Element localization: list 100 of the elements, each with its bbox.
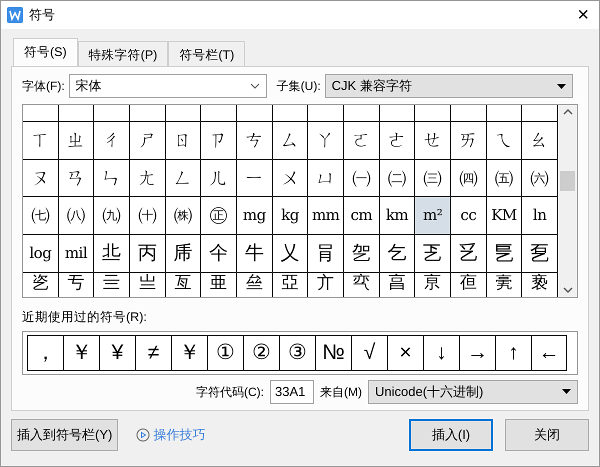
- symbol-cell[interactable]: [380, 105, 416, 122]
- symbol-cell[interactable]: log: [23, 235, 59, 273]
- symbol-cell[interactable]: ㈧: [58, 197, 94, 235]
- symbol-cell[interactable]: 亙: [166, 272, 202, 297]
- symbol-cell[interactable]: KM: [486, 197, 522, 235]
- recent-symbol[interactable]: ②: [243, 334, 279, 371]
- symbol-cell[interactable]: ㄜ: [380, 122, 416, 160]
- close-button[interactable]: ×: [573, 5, 593, 25]
- tab[interactable]: 特殊字符(P): [78, 41, 168, 66]
- symbol-cell[interactable]: [272, 105, 308, 122]
- recent-symbol[interactable]: √: [351, 334, 387, 371]
- symbol-cell[interactable]: 亣: [308, 272, 344, 297]
- recent-symbol[interactable]: №: [315, 334, 351, 371]
- recent-symbol[interactable]: ③: [279, 334, 315, 371]
- recent-symbol[interactable]: →: [459, 334, 495, 371]
- symbol-cell[interactable]: ㄝ: [415, 122, 451, 160]
- symbol-cell[interactable]: ㄨ: [272, 160, 308, 198]
- symbol-cell[interactable]: 仐: [201, 235, 237, 273]
- symbol-cell[interactable]: ㄞ: [451, 122, 487, 160]
- symbol-cell[interactable]: m²: [415, 197, 451, 235]
- symbol-cell[interactable]: 乥: [451, 235, 487, 273]
- symbol-cell[interactable]: 牛: [237, 235, 273, 273]
- symbol-cell[interactable]: ㄒ: [23, 122, 59, 160]
- symbol-cell[interactable]: 乫: [344, 235, 380, 273]
- recent-symbol[interactable]: ↓: [423, 334, 459, 371]
- recent-symbol[interactable]: ￥: [63, 334, 99, 371]
- symbol-cell[interactable]: ㄚ: [308, 122, 344, 160]
- symbol-cell[interactable]: ㄥ: [166, 160, 202, 198]
- symbol-cell[interactable]: kg: [272, 197, 308, 235]
- symbol-cell[interactable]: ㄕ: [130, 122, 166, 160]
- symbol-cell[interactable]: 亖: [94, 272, 130, 297]
- symbol-cell[interactable]: [344, 105, 380, 122]
- symbol-cell[interactable]: ㄡ: [23, 160, 59, 198]
- symbol-cell[interactable]: cc: [451, 197, 487, 235]
- tab[interactable]: 符号(S): [13, 38, 78, 66]
- symbol-cell[interactable]: 亴: [486, 272, 522, 297]
- close-dialog-button[interactable]: 关闭: [505, 418, 589, 451]
- symbol-cell[interactable]: 亱: [451, 272, 487, 297]
- tips-link[interactable]: 操作技巧: [153, 425, 206, 444]
- source-dropdown[interactable]: Unicode(十六进制): [368, 380, 578, 404]
- recent-symbol[interactable]: ¥: [99, 334, 135, 371]
- symbol-cell[interactable]: [130, 105, 166, 122]
- symbol-cell[interactable]: 亰: [415, 272, 451, 297]
- scroll-up-icon[interactable]: [562, 109, 572, 115]
- symbol-cell[interactable]: 乬: [486, 235, 522, 273]
- recent-symbol[interactable]: ×: [387, 334, 423, 371]
- symbol-cell[interactable]: cm: [344, 197, 380, 235]
- symbol-cell[interactable]: [486, 105, 522, 122]
- symbol-cell[interactable]: 乲: [23, 272, 59, 297]
- symbol-cell[interactable]: ㄢ: [58, 160, 94, 198]
- symbol-cell[interactable]: 乤: [415, 235, 451, 273]
- symbol-cell[interactable]: [166, 105, 202, 122]
- subset-dropdown[interactable]: CJK 兼容字符: [324, 74, 573, 98]
- symbol-cell[interactable]: ㄙ: [272, 122, 308, 160]
- symbol-cell[interactable]: [201, 105, 237, 122]
- symbol-cell[interactable]: ㄧ: [237, 160, 273, 198]
- symbol-cell[interactable]: 丠: [94, 235, 130, 273]
- symbol-cell[interactable]: 乞: [380, 235, 416, 273]
- symbol-cell[interactable]: ㈨: [94, 197, 130, 235]
- symbol-cell[interactable]: 肙: [308, 235, 344, 273]
- symbol-cell[interactable]: ㄖ: [166, 122, 202, 160]
- symbol-cell[interactable]: ㄤ: [130, 160, 166, 198]
- symbol-cell[interactable]: 亐: [58, 272, 94, 297]
- symbol-cell[interactable]: ㄣ: [94, 160, 130, 198]
- symbol-cell[interactable]: ㄟ: [486, 122, 522, 160]
- symbol-cell[interactable]: ㈱: [166, 197, 202, 235]
- symbol-cell[interactable]: mil: [58, 235, 94, 273]
- scroll-thumb[interactable]: [560, 171, 575, 191]
- symbol-cell[interactable]: ㈦: [23, 197, 59, 235]
- recent-symbol[interactable]: ￥: [171, 334, 207, 371]
- symbol-cell[interactable]: [58, 105, 94, 122]
- symbol-cell[interactable]: 亗: [130, 272, 166, 297]
- recent-symbol[interactable]: ，: [27, 334, 63, 371]
- symbol-cell[interactable]: [451, 105, 487, 122]
- symbol-cell[interactable]: ㈡: [380, 160, 416, 198]
- symbol-cell[interactable]: ㊣: [201, 197, 237, 235]
- symbol-cell[interactable]: mm: [308, 197, 344, 235]
- symbol-cell[interactable]: mg: [237, 197, 273, 235]
- insert-button[interactable]: 插入(I): [409, 418, 493, 451]
- insert-to-bar-button[interactable]: 插入到符号栏(Y): [11, 418, 118, 451]
- tab[interactable]: 符号栏(T): [168, 41, 246, 66]
- symbol-cell[interactable]: ㄔ: [94, 122, 130, 160]
- char-code-field[interactable]: 33A1: [270, 380, 314, 404]
- symbol-cell[interactable]: ㄛ: [344, 122, 380, 160]
- symbol-cell[interactable]: 丙: [130, 235, 166, 273]
- recent-symbol[interactable]: ≠: [135, 334, 171, 371]
- symbol-cell[interactable]: [94, 105, 130, 122]
- font-dropdown[interactable]: 宋体: [68, 74, 267, 98]
- recent-symbol[interactable]: ←: [531, 334, 567, 371]
- play-icon[interactable]: [136, 428, 150, 442]
- scrollbar[interactable]: [558, 105, 577, 297]
- symbol-cell[interactable]: 亜: [201, 272, 237, 297]
- symbol-cell[interactable]: ㈣: [451, 160, 487, 198]
- symbol-cell[interactable]: [237, 105, 273, 122]
- symbol-cell[interactable]: [308, 105, 344, 122]
- symbol-cell[interactable]: [23, 105, 59, 122]
- symbol-cell[interactable]: [415, 105, 451, 122]
- scroll-down-icon[interactable]: [562, 287, 572, 293]
- symbol-cell[interactable]: ㄗ: [201, 122, 237, 160]
- recent-symbol[interactable]: ↑: [495, 334, 531, 371]
